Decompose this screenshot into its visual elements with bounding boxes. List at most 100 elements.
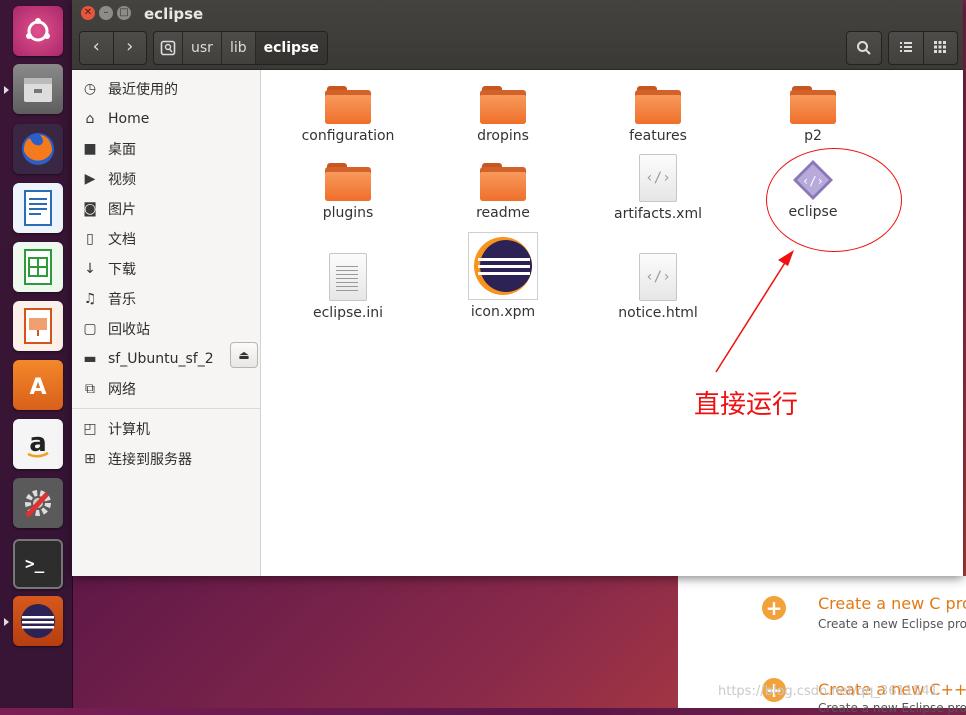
- desktop-folder-icon: ■: [83, 141, 97, 157]
- launcher: A a >_: [0, 0, 73, 708]
- file-item-configuration[interactable]: configuration: [288, 74, 408, 144]
- window-title: eclipse: [144, 5, 204, 23]
- ubuntu-dash-icon[interactable]: [13, 6, 63, 56]
- file-item-dropins[interactable]: dropins: [443, 74, 563, 144]
- breadcrumb-root[interactable]: [154, 32, 183, 64]
- sidebar-item-videos[interactable]: ▶ 视频: [72, 164, 260, 194]
- file-label: features: [629, 128, 687, 144]
- file-item-readme[interactable]: readme: [443, 151, 563, 221]
- svg-text:a: a: [29, 428, 47, 458]
- sidebar-item-network[interactable]: ⧉ 网络: [72, 374, 260, 404]
- file-label: p2: [804, 128, 822, 144]
- plus-icon: +: [762, 596, 786, 620]
- camera-icon: ◙: [83, 201, 97, 217]
- file-item-plugins[interactable]: plugins: [288, 151, 408, 221]
- sidebar-item-downloads[interactable]: ↓ 下载: [72, 254, 260, 284]
- file-item-artifacts-xml[interactable]: ‹/› artifacts.xml: [598, 152, 718, 222]
- search-icon: [857, 41, 871, 55]
- eject-button[interactable]: ⏏: [230, 342, 258, 368]
- create-cpp-project-subtitle: Create a new Eclipse pro: [818, 701, 966, 715]
- file-item-icon-xpm[interactable]: icon.xpm: [443, 232, 563, 320]
- folder-icon: [635, 86, 681, 124]
- breadcrumb-eclipse[interactable]: eclipse: [255, 32, 327, 64]
- sidebar-item-label: 文档: [108, 232, 136, 248]
- file-item-eclipse-ini[interactable]: eclipse.ini: [288, 251, 408, 321]
- svg-text:>_: >_: [25, 554, 45, 573]
- file-item-features[interactable]: features: [598, 74, 718, 144]
- sidebar-item-music[interactable]: ♫ 音乐: [72, 284, 260, 314]
- software-center-icon[interactable]: A: [13, 360, 63, 410]
- file-label: configuration: [301, 128, 395, 144]
- file-manager-window: ✕ – □ eclipse ‹ › usr lib eclipse ◷ 最近使用…: [72, 0, 963, 576]
- folder-icon: [480, 163, 526, 201]
- svg-text:A: A: [29, 375, 46, 400]
- search-button[interactable]: [846, 31, 882, 65]
- sidebar-item-label: 计算机: [108, 422, 150, 438]
- list-view-button[interactable]: [889, 32, 924, 64]
- chevron-left-icon: ‹: [92, 36, 100, 57]
- chevron-right-icon: ›: [126, 36, 134, 57]
- sidebar-item-trash[interactable]: ▢ 回收站: [72, 314, 260, 344]
- home-icon: ⌂: [85, 111, 95, 127]
- sidebar-item-label: 图片: [108, 202, 136, 218]
- file-label: artifacts.xml: [614, 206, 702, 222]
- forward-button[interactable]: ›: [114, 32, 147, 64]
- sidebar-item-label: 视频: [108, 172, 136, 188]
- drive-icon: ▬: [83, 351, 97, 367]
- eclipse-launcher-icon[interactable]: [13, 596, 63, 646]
- annotation-ellipse: [766, 148, 902, 252]
- document-icon: ▯: [86, 231, 94, 247]
- file-view: configuration dropins features p2 plugin…: [261, 70, 963, 576]
- libreoffice-writer-icon[interactable]: [13, 183, 63, 233]
- list-view-icon: [899, 42, 912, 52]
- sidebar-item-label: 回收站: [108, 322, 150, 338]
- system-settings-icon[interactable]: [13, 478, 63, 528]
- sidebar-item-desktop[interactable]: ■ 桌面: [72, 134, 260, 164]
- libreoffice-impress-icon[interactable]: [13, 301, 63, 351]
- sidebar-item-label: 连接到服务器: [108, 452, 192, 468]
- create-c-project-title[interactable]: Create a new C pro: [818, 594, 966, 613]
- grid-view-icon: [934, 41, 947, 53]
- annotation-text: 直接运行: [694, 390, 799, 420]
- libreoffice-calc-icon[interactable]: [13, 242, 63, 292]
- sidebar-item-home[interactable]: ⌂ Home: [72, 104, 260, 134]
- grid-view-button[interactable]: [924, 32, 958, 64]
- create-c-project-subtitle: Create a new Eclipse pro: [818, 617, 966, 631]
- breadcrumb-usr[interactable]: usr: [183, 32, 222, 64]
- eclipse-image-icon: [468, 232, 538, 300]
- files-app-icon[interactable]: [13, 64, 63, 114]
- sidebar-item-pictures[interactable]: ◙ 图片: [72, 194, 260, 224]
- close-window-button[interactable]: ✕: [81, 6, 95, 20]
- back-button[interactable]: ‹: [80, 32, 114, 64]
- file-label: dropins: [477, 128, 529, 144]
- sidebar-item-label: 音乐: [108, 292, 136, 308]
- navigation-buttons: ‹ ›: [79, 31, 147, 65]
- amazon-icon[interactable]: a: [13, 419, 63, 469]
- sidebar-item-documents[interactable]: ▯ 文档: [72, 224, 260, 254]
- breadcrumb-lib[interactable]: lib: [222, 32, 256, 64]
- network-icon: ⧉: [85, 381, 95, 397]
- file-label: notice.html: [618, 305, 698, 321]
- clock-icon: ◷: [83, 81, 97, 97]
- trash-icon: ▢: [83, 321, 97, 337]
- maximize-window-button[interactable]: □: [117, 6, 131, 20]
- sidebar-item-label: 最近使用的: [108, 82, 178, 98]
- folder-icon: [325, 86, 371, 124]
- firefox-icon[interactable]: [13, 124, 63, 174]
- file-label: eclipse.ini: [313, 305, 383, 321]
- eject-icon: ⏏: [238, 348, 250, 362]
- file-item-p2[interactable]: p2: [753, 74, 873, 144]
- sidebar-item-label: Home: [108, 111, 150, 127]
- sidebar-item-connect-server[interactable]: ⊞ 连接到服务器: [72, 444, 260, 474]
- text-file-icon: [329, 253, 367, 301]
- sidebar-item-computer[interactable]: ◰ 计算机: [72, 414, 260, 444]
- sidebar-item-shared-drive[interactable]: ▬ sf_Ubuntu_sf_2 ⏏: [72, 342, 260, 374]
- view-buttons: [888, 31, 958, 65]
- folder-icon: [790, 86, 836, 124]
- terminal-icon[interactable]: >_: [13, 539, 63, 589]
- minimize-window-button[interactable]: –: [99, 6, 113, 20]
- download-icon: ↓: [84, 261, 96, 277]
- sidebar-item-recent[interactable]: ◷ 最近使用的: [72, 74, 260, 104]
- file-item-notice-html[interactable]: ‹/› notice.html: [598, 251, 718, 321]
- folder-icon: [480, 86, 526, 124]
